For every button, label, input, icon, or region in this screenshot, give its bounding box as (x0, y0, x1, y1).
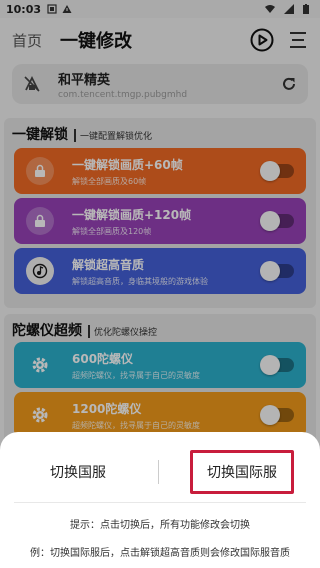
switch-intl-server-button[interactable]: 切换国际服 (190, 450, 294, 494)
divider (14, 502, 306, 503)
divider (158, 460, 159, 484)
tip-text: 提示：点击切换后，所有功能修改会切换 (70, 520, 250, 531)
example-text: 例：切换国际服后，点击解锁超高音质则会修改国际服音质 (30, 548, 290, 559)
switch-cn-server-button[interactable]: 切换国服 (14, 450, 142, 494)
server-switch-sheet: 切换国服 切换国际服 提示：点击切换后，所有功能修改会切换 例：切换国际服后，点… (0, 432, 320, 568)
